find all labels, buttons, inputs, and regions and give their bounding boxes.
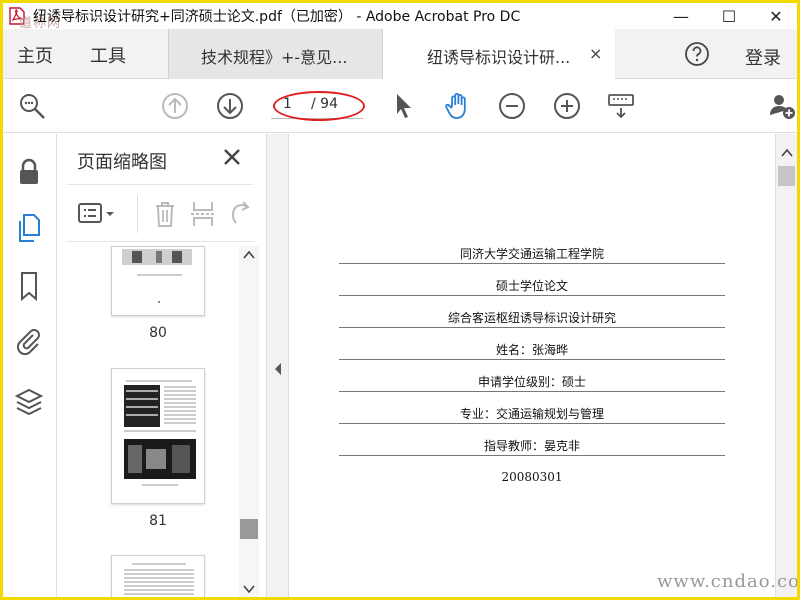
tab-label: 技术规程》+-意见...	[201, 48, 348, 67]
doc-rule	[339, 423, 725, 424]
annotation-highlight-oval	[273, 91, 365, 121]
bookmark-icon[interactable]	[13, 270, 45, 302]
thumbnail-page-number: 80	[149, 325, 167, 341]
zoom-out-icon[interactable]	[497, 91, 527, 121]
close-glyph: ✕	[769, 6, 783, 26]
options-menu-icon[interactable]	[77, 201, 117, 227]
thumbnail-image	[124, 563, 194, 595]
doc-rule	[339, 359, 725, 360]
doc-rule	[339, 327, 725, 328]
login-link[interactable]: 登录	[745, 44, 781, 70]
tab-document-1[interactable]: 技术规程》+-意见...	[168, 29, 383, 79]
thumbnail-image	[124, 380, 196, 486]
panel-title: 页面缩略图	[77, 152, 167, 173]
select-arrow-icon[interactable]	[389, 91, 419, 121]
document-view[interactable]: 同济大学交通运输工程学院 硕士学位论文 综合客运枢纽诱导标识设计研究 姓名：张海…	[289, 134, 775, 597]
maximize-glyph: ☐	[721, 6, 737, 26]
document-scrollbar[interactable]	[775, 134, 797, 597]
page-down-icon[interactable]	[215, 91, 245, 121]
close-panel-icon[interactable]	[221, 146, 243, 168]
thumbnail-scrollbar[interactable]	[239, 246, 259, 597]
scroll-up-icon[interactable]	[781, 148, 793, 158]
minimize-glyph: —	[673, 6, 689, 26]
doc-rule	[339, 391, 725, 392]
scroll-down-icon[interactable]	[243, 584, 255, 594]
thumbnail-scroll-thumb[interactable]	[240, 519, 258, 539]
doc-line-degree: 硕士学位论文	[495, 279, 568, 293]
document-scroll-thumb[interactable]	[778, 166, 795, 186]
search-zoom-icon[interactable]	[17, 91, 47, 121]
doc-line-name: 姓名：张海晔	[495, 343, 568, 357]
doc-rule	[339, 455, 725, 456]
help-icon[interactable]	[684, 41, 710, 67]
doc-line-school: 同济大学交通运输工程学院	[459, 247, 604, 261]
thumbnail-page-81[interactable]	[111, 368, 205, 504]
collapse-panel-icon[interactable]	[273, 362, 283, 376]
layers-icon[interactable]	[13, 386, 45, 418]
window-title: 纽诱导标识设计研究+同济硕士论文.pdf（已加密） - Adobe Acroba…	[33, 9, 521, 25]
watermark-text: www.cndao.com	[657, 571, 800, 592]
scroll-up-icon[interactable]	[243, 250, 255, 260]
rotate-icon[interactable]	[227, 199, 253, 229]
add-user-icon[interactable]	[767, 91, 797, 121]
left-tool-rail	[3, 134, 57, 597]
delete-icon[interactable]	[151, 199, 179, 229]
hand-tool-icon[interactable]	[443, 91, 473, 121]
lock-icon[interactable]	[13, 156, 45, 188]
extract-pages-icon[interactable]	[189, 199, 217, 229]
tool-divider	[137, 195, 138, 233]
page-up-icon[interactable]	[160, 91, 190, 121]
thumbnail-page-80[interactable]	[111, 246, 205, 316]
page-thumbnails-icon[interactable]	[13, 212, 45, 244]
close-window-button[interactable]: ✕	[753, 3, 797, 29]
panel-splitter[interactable]	[267, 134, 289, 597]
minimize-button[interactable]: —	[658, 3, 704, 29]
app-window: 道称网 纽诱导标识设计研究+同济硕士论文.pdf（已加密） - Adobe Ac…	[0, 0, 800, 600]
doc-line-advisor: 指导教师：晏克非	[483, 439, 580, 453]
tab-document-2[interactable]: 纽诱导标识设计研... ×	[383, 29, 615, 79]
toolbar: 1 / 94	[3, 79, 797, 133]
home-link[interactable]: 主页	[17, 42, 53, 68]
zoom-in-icon[interactable]	[552, 91, 582, 121]
tab-bar: 主页 工具 技术规程》+-意见... 纽诱导标识设计研... × 登录	[3, 29, 797, 79]
keyboard-icon[interactable]	[606, 91, 636, 121]
maximize-button[interactable]: ☐	[706, 3, 752, 29]
thumbnail-toolbar	[67, 184, 253, 242]
title-bar: 道称网 纽诱导标识设计研究+同济硕士论文.pdf（已加密） - Adobe Ac…	[3, 3, 797, 31]
doc-line-title: 综合客运枢纽诱导标识设计研究	[447, 311, 616, 325]
doc-line-major: 专业：交通运输规划与管理	[459, 407, 604, 421]
thumbnail-page-number: 81	[149, 513, 167, 529]
thumbnail-page-82[interactable]	[111, 555, 205, 597]
tab-label: 纽诱导标识设计研...	[427, 48, 571, 67]
doc-rule	[339, 263, 725, 264]
doc-line-date: 20080301	[501, 470, 563, 484]
doc-line-degree-level: 申请学位级别：硕士	[477, 375, 586, 389]
attachment-icon[interactable]	[13, 326, 45, 358]
doc-rule	[339, 295, 725, 296]
tab-close-icon[interactable]: ×	[589, 44, 602, 63]
thumbnail-image	[122, 249, 192, 303]
thumbnails-panel: 页面缩略图 80 81	[57, 134, 267, 597]
tools-link[interactable]: 工具	[90, 42, 126, 68]
